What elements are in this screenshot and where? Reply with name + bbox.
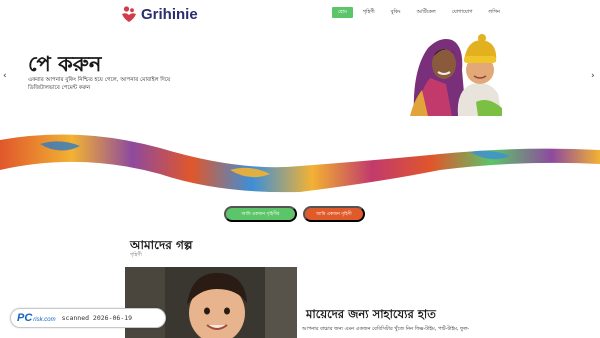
nav-item-grihinie[interactable]: গৃহিণী xyxy=(357,7,381,18)
hire-grihinie-button[interactable]: আমি একজন গৃহিণীর xyxy=(224,206,297,222)
brand-logo[interactable]: Grihinie xyxy=(121,4,198,24)
hero-description: একবার আপনার বুকিং নিশ্চিত হয়ে গেলে, আপন… xyxy=(28,77,171,91)
nav-item-contact[interactable]: যোগাযোগ xyxy=(446,7,479,18)
help-title: মায়েদের জন্য সাহায্যের হাত xyxy=(306,307,436,321)
pcrisk-watermark: PC risk.com scanned 2026-06-19 xyxy=(10,308,166,328)
pcrisk-logo-domain: risk.com xyxy=(33,317,56,323)
page: Grihinie হোম গৃহিণী বুকিং আর্টিকেল যোগায… xyxy=(0,0,600,338)
logo-mother-child-icon xyxy=(122,6,136,22)
nav-item-login[interactable]: লগিন xyxy=(483,7,506,18)
story-subheading: গৃহিণী xyxy=(130,252,142,258)
main-nav: হোম গৃহিণী বুকিং আর্টিকেল যোগাযোগ লগিন xyxy=(332,7,506,18)
slider-next-arrow-icon[interactable]: › xyxy=(591,71,595,81)
nav-item-booking[interactable]: বুকিং xyxy=(385,7,407,18)
hero-mother-baby-image xyxy=(410,34,502,116)
decorative-color-wave xyxy=(0,134,600,193)
nav-item-articles[interactable]: আর্টিকেল xyxy=(411,7,442,18)
nav-item-home[interactable]: হোম xyxy=(332,7,353,18)
slider-prev-arrow-icon[interactable]: ‹ xyxy=(3,71,7,81)
pcrisk-logo: PC risk.com xyxy=(17,312,56,324)
join-as-grihinie-button[interactable]: আমি একজন গৃহিণী xyxy=(303,206,365,222)
logo-text: Grihinie xyxy=(141,5,198,23)
scan-date: scanned 2026-06-19 xyxy=(61,314,133,322)
help-description: আপনার বাচ্চার জন্য এমন একজন বেবিসিটার খু… xyxy=(302,326,470,332)
pcrisk-logo-pc: PC xyxy=(17,312,33,324)
